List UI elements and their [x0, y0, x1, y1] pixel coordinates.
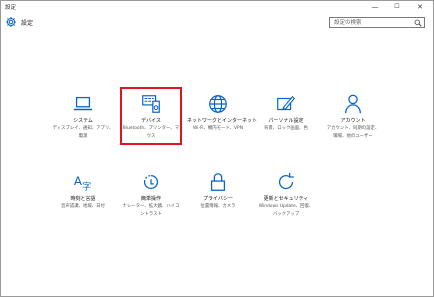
search-icon[interactable]: [414, 19, 422, 27]
tile-label: パーソナル設定: [268, 118, 304, 124]
tile-description: 位置情報、カメラ: [200, 204, 236, 209]
close-button[interactable]: ✕: [410, 1, 430, 13]
tile-system[interactable]: システム ディスプレイ、通知、アプリ、 電源: [52, 93, 114, 140]
update-security-icon: [278, 172, 294, 190]
search-placeholder: 設定の検索: [334, 20, 362, 26]
tile-description: アカウント、同期の設定、: [326, 126, 380, 131]
ease-of-access-icon: [143, 174, 159, 190]
title-bar: 設定 — ☐ ✕: [1, 1, 433, 14]
tile-label: 更新とセキュリティ: [263, 196, 309, 202]
maximize-button[interactable]: ☐: [387, 1, 407, 13]
tile-description: ディスプレイ、通知、アプリ、: [52, 126, 114, 131]
gear-icon: [6, 17, 16, 27]
svg-text:字: 字: [82, 180, 91, 192]
settings-window: 設定 — ☐ ✕ 設定 設定の検索 システム ディスプレイ、通知、アプリ、 電源: [0, 0, 434, 297]
tile-description: バックアップ: [272, 211, 300, 217]
system-laptop-icon: [73, 96, 93, 111]
tile-personalization[interactable]: パーソナル設定 背景、ロック画面、色: [255, 93, 317, 133]
accounts-person-icon: [345, 94, 361, 114]
window-title: 設定: [5, 5, 17, 11]
tile-label: システム: [73, 118, 93, 124]
tile-description: 職場、他のユーザー: [333, 133, 373, 139]
tile-description: 電源: [78, 133, 88, 139]
search-input[interactable]: 設定の検索: [329, 17, 425, 28]
tile-label: 時刻と言語: [70, 196, 96, 202]
tile-description: 音声認識、地域、日付: [61, 204, 105, 209]
tile-description: 背景、ロック画面、色: [264, 126, 308, 131]
time-language-icon: A 字: [74, 174, 91, 193]
tile-ease-of-access[interactable]: 簡単操作 ナレーター、拡大鏡、ハイコ ントラスト: [120, 171, 182, 218]
network-globe-icon: [209, 95, 227, 113]
minimize-button[interactable]: —: [365, 1, 385, 13]
tile-network[interactable]: ネットワークとインターネット Wi-Fi、機内モード、VPN: [187, 93, 258, 133]
tile-time-language[interactable]: A 字 時刻と言語 音声認識、地域、日付: [52, 171, 114, 211]
page-title: 設定: [21, 20, 34, 27]
tile-description: ナレーター、拡大鏡、ハイコ: [122, 204, 180, 209]
tile-description: ントラスト: [140, 211, 162, 217]
tile-privacy[interactable]: プライバシー 位置情報、カメラ: [187, 171, 249, 211]
privacy-lock-icon: [210, 173, 226, 191]
tile-label: ネットワークとインターネット: [187, 118, 258, 124]
highlight-box: [120, 87, 182, 145]
tile-description: Windows Update、回復、: [258, 204, 314, 209]
tile-update-security[interactable]: 更新とセキュリティ Windows Update、回復、 バックアップ: [255, 171, 317, 218]
tile-label: アカウント: [340, 118, 366, 124]
personalization-brush-icon: [277, 95, 295, 111]
tile-label: プライバシー: [203, 196, 233, 202]
tile-accounts[interactable]: アカウント アカウント、同期の設定、 職場、他のユーザー: [322, 93, 384, 140]
tile-label: 簡単操作: [140, 196, 161, 202]
tile-description: Wi-Fi、機内モード、VPN: [193, 126, 243, 131]
